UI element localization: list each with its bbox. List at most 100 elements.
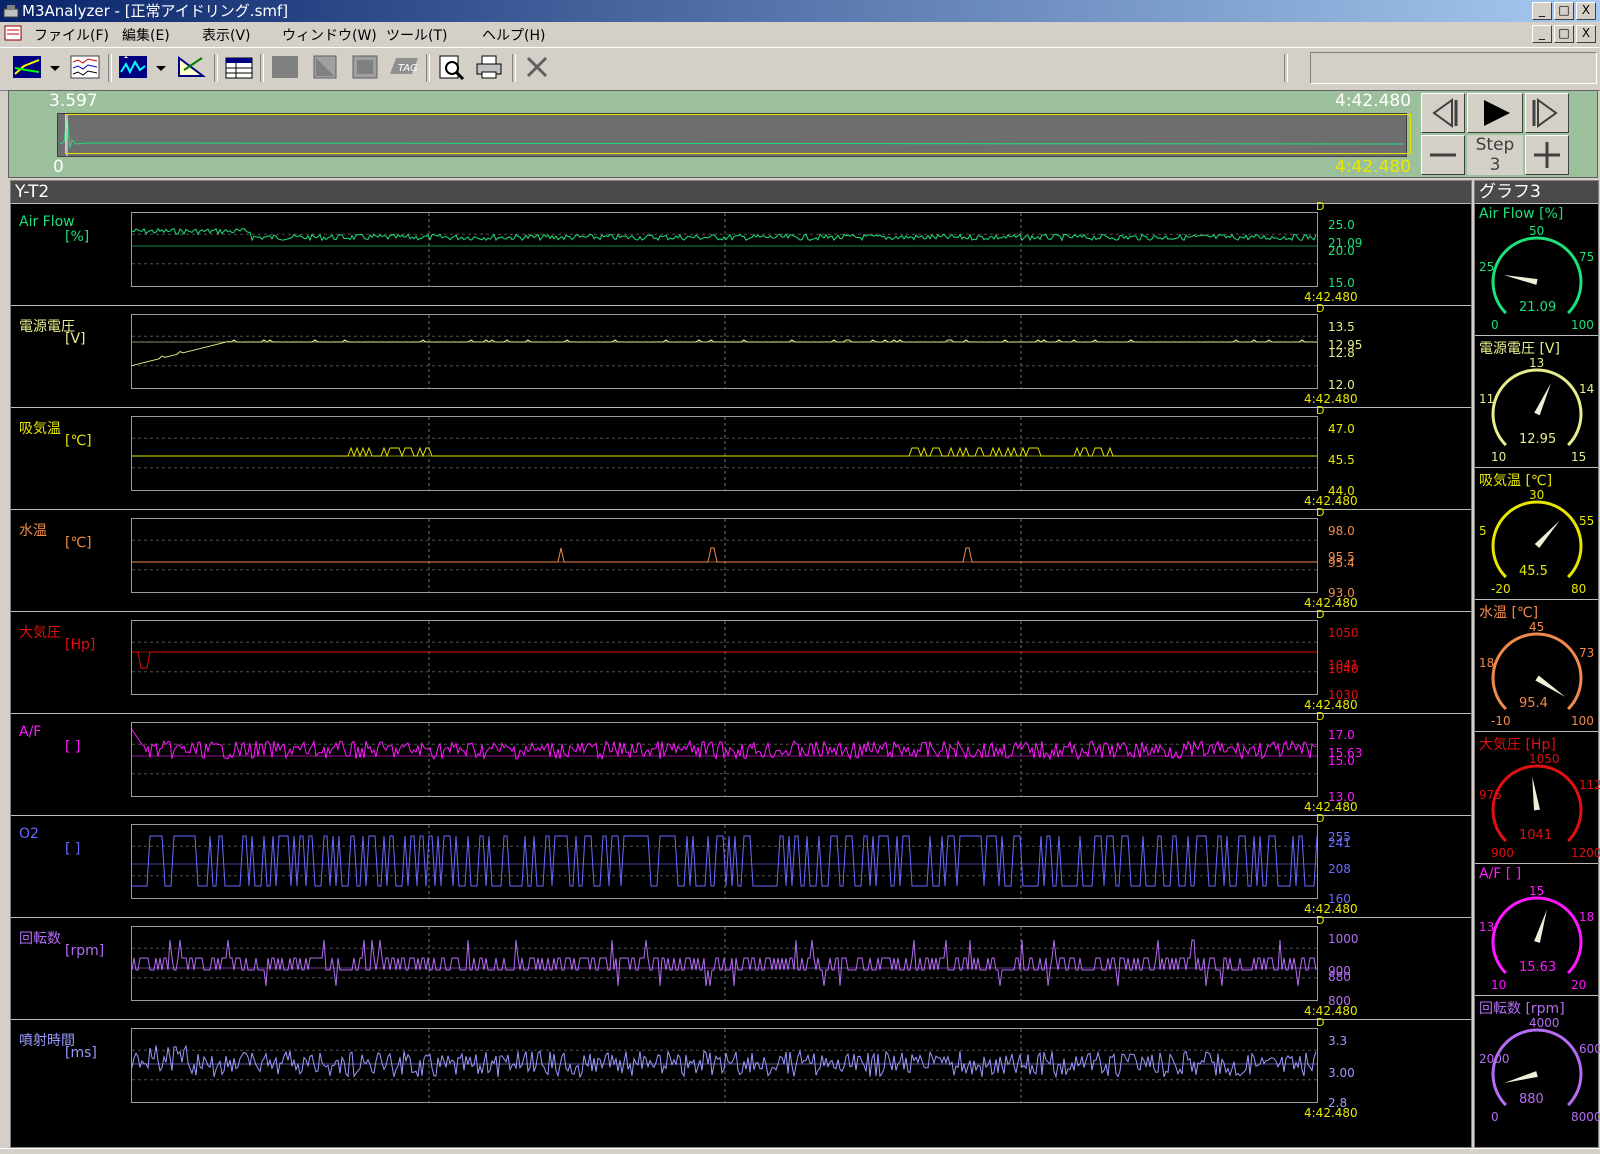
gauge-tick-q1: 25 bbox=[1479, 260, 1495, 274]
overview-min: 0 bbox=[53, 157, 64, 177]
menu-view[interactable]: 表示(V) bbox=[202, 25, 251, 45]
axis-tick-label: 20.0 bbox=[1328, 244, 1355, 258]
status-bar bbox=[0, 1148, 1600, 1154]
ruler-icon[interactable] bbox=[176, 54, 206, 80]
menu-file[interactable]: ファイル(F) bbox=[34, 25, 109, 45]
maximize-button[interactable]: □ bbox=[1554, 2, 1574, 20]
channel-unit: [ ] bbox=[65, 841, 81, 857]
channel-plot[interactable] bbox=[131, 1028, 1318, 1104]
gauge-tick-min: 900 bbox=[1491, 846, 1514, 860]
channel-plot[interactable] bbox=[131, 212, 1318, 288]
channel-plot[interactable] bbox=[131, 620, 1318, 696]
channel-plot[interactable] bbox=[131, 722, 1318, 798]
tag-icon[interactable]: TAG bbox=[388, 54, 420, 80]
time-label: 4:42.480 bbox=[1304, 698, 1358, 712]
child-minimize-button[interactable]: _ bbox=[1532, 25, 1552, 43]
gauge-window-title: グラフ3 bbox=[1475, 181, 1598, 203]
print-preview-icon[interactable] bbox=[436, 54, 466, 80]
gauge-value: 15.63 bbox=[1519, 960, 1557, 975]
frame-block-icon[interactable] bbox=[350, 54, 380, 80]
minimize-button[interactable]: _ bbox=[1532, 2, 1552, 20]
step-back-icon bbox=[1432, 98, 1458, 128]
channel-unit: [ ] bbox=[65, 739, 81, 755]
waveform-icon[interactable] bbox=[70, 54, 100, 80]
axis-tick-label: 880 bbox=[1328, 970, 1351, 984]
menu-window[interactable]: ウィンドウ(W) bbox=[282, 25, 377, 45]
overview-selection[interactable] bbox=[65, 114, 1411, 154]
menu-help[interactable]: ヘルプ(H) bbox=[482, 25, 545, 45]
document-icon[interactable] bbox=[4, 25, 22, 41]
gauge: A/F [ ] 15 13 18 10 20 15.63 bbox=[1475, 863, 1598, 998]
gauge-label: 水温 [℃] bbox=[1479, 605, 1539, 621]
play-button[interactable] bbox=[1467, 93, 1523, 133]
channel-unit: [℃] bbox=[65, 535, 92, 551]
channel-strip: Air Flow [%] 25.0 21.09 20.0 15.0 D 4:42.480 bbox=[11, 200, 1471, 306]
cursor-marker: D bbox=[1316, 710, 1325, 723]
gauge-tick-q3: 6000 bbox=[1579, 1042, 1600, 1056]
channel-strip: 電源電圧 [V] 13.5 12.95 12.8 12.0 D 4:42.480 bbox=[11, 302, 1471, 408]
time-label: 4:42.480 bbox=[1304, 392, 1358, 406]
gauge-needle bbox=[1534, 520, 1560, 549]
dropdown-arrow-icon[interactable] bbox=[48, 54, 62, 80]
axis-tick-label: 12.0 bbox=[1328, 378, 1355, 392]
gauge-label: 電源電圧 [V] bbox=[1479, 341, 1560, 357]
gray-block-icon[interactable] bbox=[270, 54, 300, 80]
channel-plot[interactable] bbox=[131, 416, 1318, 492]
gauge: 吸気温 [℃] 30 5 55 -20 80 45.5 bbox=[1475, 467, 1598, 602]
gauge: 回転数 [rpm]4000 2000 6000 0 8000 880 bbox=[1475, 995, 1600, 1130]
overview-start-time: 3.597 bbox=[49, 91, 98, 111]
yt-graph-icon[interactable] bbox=[12, 54, 42, 80]
step-display: Step 3 bbox=[1467, 135, 1523, 175]
gauge: 大気圧 [Hp]1050 975 1125 900 1200 1041 bbox=[1475, 731, 1600, 866]
time-label: 4:42.480 bbox=[1304, 1004, 1358, 1018]
channel-unit: [ms] bbox=[65, 1045, 97, 1061]
time-label: 4:42.480 bbox=[1304, 290, 1358, 304]
menu-edit[interactable]: 編集(E) bbox=[122, 25, 170, 45]
gauge-tick-max: 8000 bbox=[1571, 1110, 1600, 1124]
step-decrease-button[interactable] bbox=[1421, 135, 1465, 175]
toolbar-separator bbox=[260, 54, 264, 82]
cancel-icon[interactable] bbox=[522, 54, 552, 80]
data-table-icon[interactable] bbox=[224, 54, 254, 80]
gauge-tick-q1: 2000 bbox=[1479, 1052, 1510, 1066]
step-increase-button[interactable] bbox=[1525, 135, 1569, 175]
gauge-value: 12.95 bbox=[1519, 432, 1557, 447]
gauge-tick-q1: 11 bbox=[1479, 392, 1495, 406]
child-close-button[interactable]: X bbox=[1576, 25, 1596, 43]
time-label: 4:42.480 bbox=[1304, 1106, 1358, 1120]
axis-icon[interactable] bbox=[118, 54, 148, 80]
channel-unit: [℃] bbox=[65, 433, 92, 449]
gauge-tick-q3: 73 bbox=[1579, 646, 1595, 660]
gauge-needle bbox=[1534, 383, 1551, 416]
step-value: 3 bbox=[1489, 155, 1501, 175]
menu-tools[interactable]: ツール(T) bbox=[386, 25, 447, 45]
channel-plot[interactable] bbox=[131, 314, 1318, 390]
gauge-tick-max: 100 bbox=[1571, 318, 1594, 332]
close-button[interactable]: X bbox=[1576, 2, 1596, 20]
step-label: Step bbox=[1475, 135, 1515, 155]
gauge-label: Air Flow [%] bbox=[1479, 206, 1564, 222]
gauge-label: 回転数 [rpm] bbox=[1479, 1001, 1565, 1017]
axis-tick-label: 15.0 bbox=[1328, 754, 1355, 768]
axis-tick-label: 25.0 bbox=[1328, 218, 1355, 232]
dropdown-arrow-icon[interactable] bbox=[154, 54, 168, 80]
gauge-tick-min: 10 bbox=[1491, 978, 1507, 992]
step-forward-button[interactable] bbox=[1525, 93, 1569, 133]
channel-name: O2 bbox=[19, 826, 39, 842]
toolbar-separator bbox=[426, 54, 430, 82]
channel-strip: 回転数 [rpm] 1000 900 880 800 D 4:42.480 bbox=[11, 914, 1471, 1020]
gauge-needle bbox=[1504, 1071, 1538, 1083]
channel-plot[interactable] bbox=[131, 926, 1318, 1002]
overview-end-time: 4:42.480 bbox=[1335, 91, 1412, 111]
print-icon[interactable] bbox=[474, 54, 504, 80]
triangle-block-icon[interactable] bbox=[310, 54, 340, 80]
step-back-button[interactable] bbox=[1421, 93, 1465, 133]
channel-plot[interactable] bbox=[131, 824, 1318, 900]
axis-tick-label: 1000 bbox=[1328, 932, 1359, 946]
channel-plot[interactable] bbox=[131, 518, 1318, 594]
gauge-tick-max: 1200 bbox=[1571, 846, 1600, 860]
gauge-tick-min: 0 bbox=[1491, 318, 1499, 332]
gauge-tick-min: 10 bbox=[1491, 450, 1507, 464]
child-restore-button[interactable]: □ bbox=[1554, 25, 1574, 43]
toolbar-separator bbox=[108, 54, 112, 82]
